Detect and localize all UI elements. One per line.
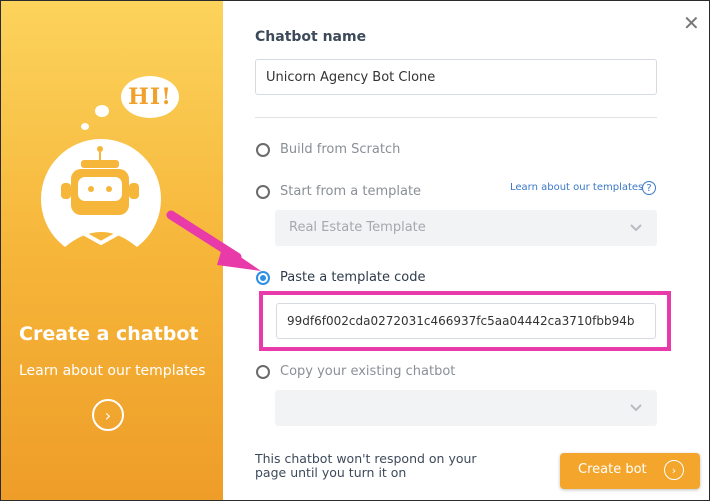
radio-build-from-scratch[interactable] bbox=[256, 143, 270, 157]
next-arrow-button[interactable]: › bbox=[92, 399, 124, 431]
chevron-down-icon bbox=[630, 224, 642, 232]
existing-chatbot-select[interactable] bbox=[275, 390, 657, 426]
activation-footnote: This chatbot won't respond on your page … bbox=[255, 451, 477, 480]
chatbot-name-input[interactable] bbox=[255, 59, 657, 95]
radio-start-from-template[interactable] bbox=[256, 185, 270, 199]
annotation-arrow-icon bbox=[166, 210, 261, 271]
help-icon[interactable]: ? bbox=[642, 181, 656, 195]
chatbot-name-label: Chatbot name bbox=[255, 29, 367, 45]
option-label-scratch: Build from Scratch bbox=[280, 142, 401, 157]
bubble-text: HI! bbox=[128, 84, 172, 110]
radio-copy-existing-chatbot[interactable] bbox=[256, 365, 270, 379]
learn-templates-link[interactable]: Learn about our templates bbox=[510, 182, 643, 193]
divider bbox=[255, 117, 657, 118]
thought-dot-small bbox=[81, 123, 89, 130]
create-bot-label: Create bot bbox=[578, 462, 647, 477]
chevron-down-icon bbox=[630, 404, 642, 412]
promo-title: Create a chatbot bbox=[19, 323, 199, 345]
chevron-right-icon: › bbox=[104, 405, 112, 425]
help-icon-glyph: ? bbox=[646, 182, 652, 194]
robot-icon bbox=[41, 139, 161, 259]
chevron-right-icon: › bbox=[664, 460, 684, 480]
create-chatbot-dialog: HI! Create a chatbot Learn about our tem… bbox=[0, 0, 710, 501]
close-icon[interactable]: ✕ bbox=[683, 11, 700, 35]
promo-subtitle: Learn about our templates bbox=[19, 363, 206, 379]
thought-dot-large bbox=[95, 105, 109, 117]
create-bot-button[interactable]: Create bot › bbox=[560, 453, 700, 489]
template-code-input[interactable] bbox=[276, 303, 656, 339]
template-select[interactable]: Real Estate Template bbox=[275, 210, 657, 246]
option-label-paste: Paste a template code bbox=[280, 270, 426, 285]
template-select-value: Real Estate Template bbox=[289, 220, 426, 235]
hi-speech-bubble: HI! bbox=[121, 76, 179, 118]
option-label-template: Start from a template bbox=[280, 184, 422, 199]
option-label-copy: Copy your existing chatbot bbox=[280, 364, 456, 379]
